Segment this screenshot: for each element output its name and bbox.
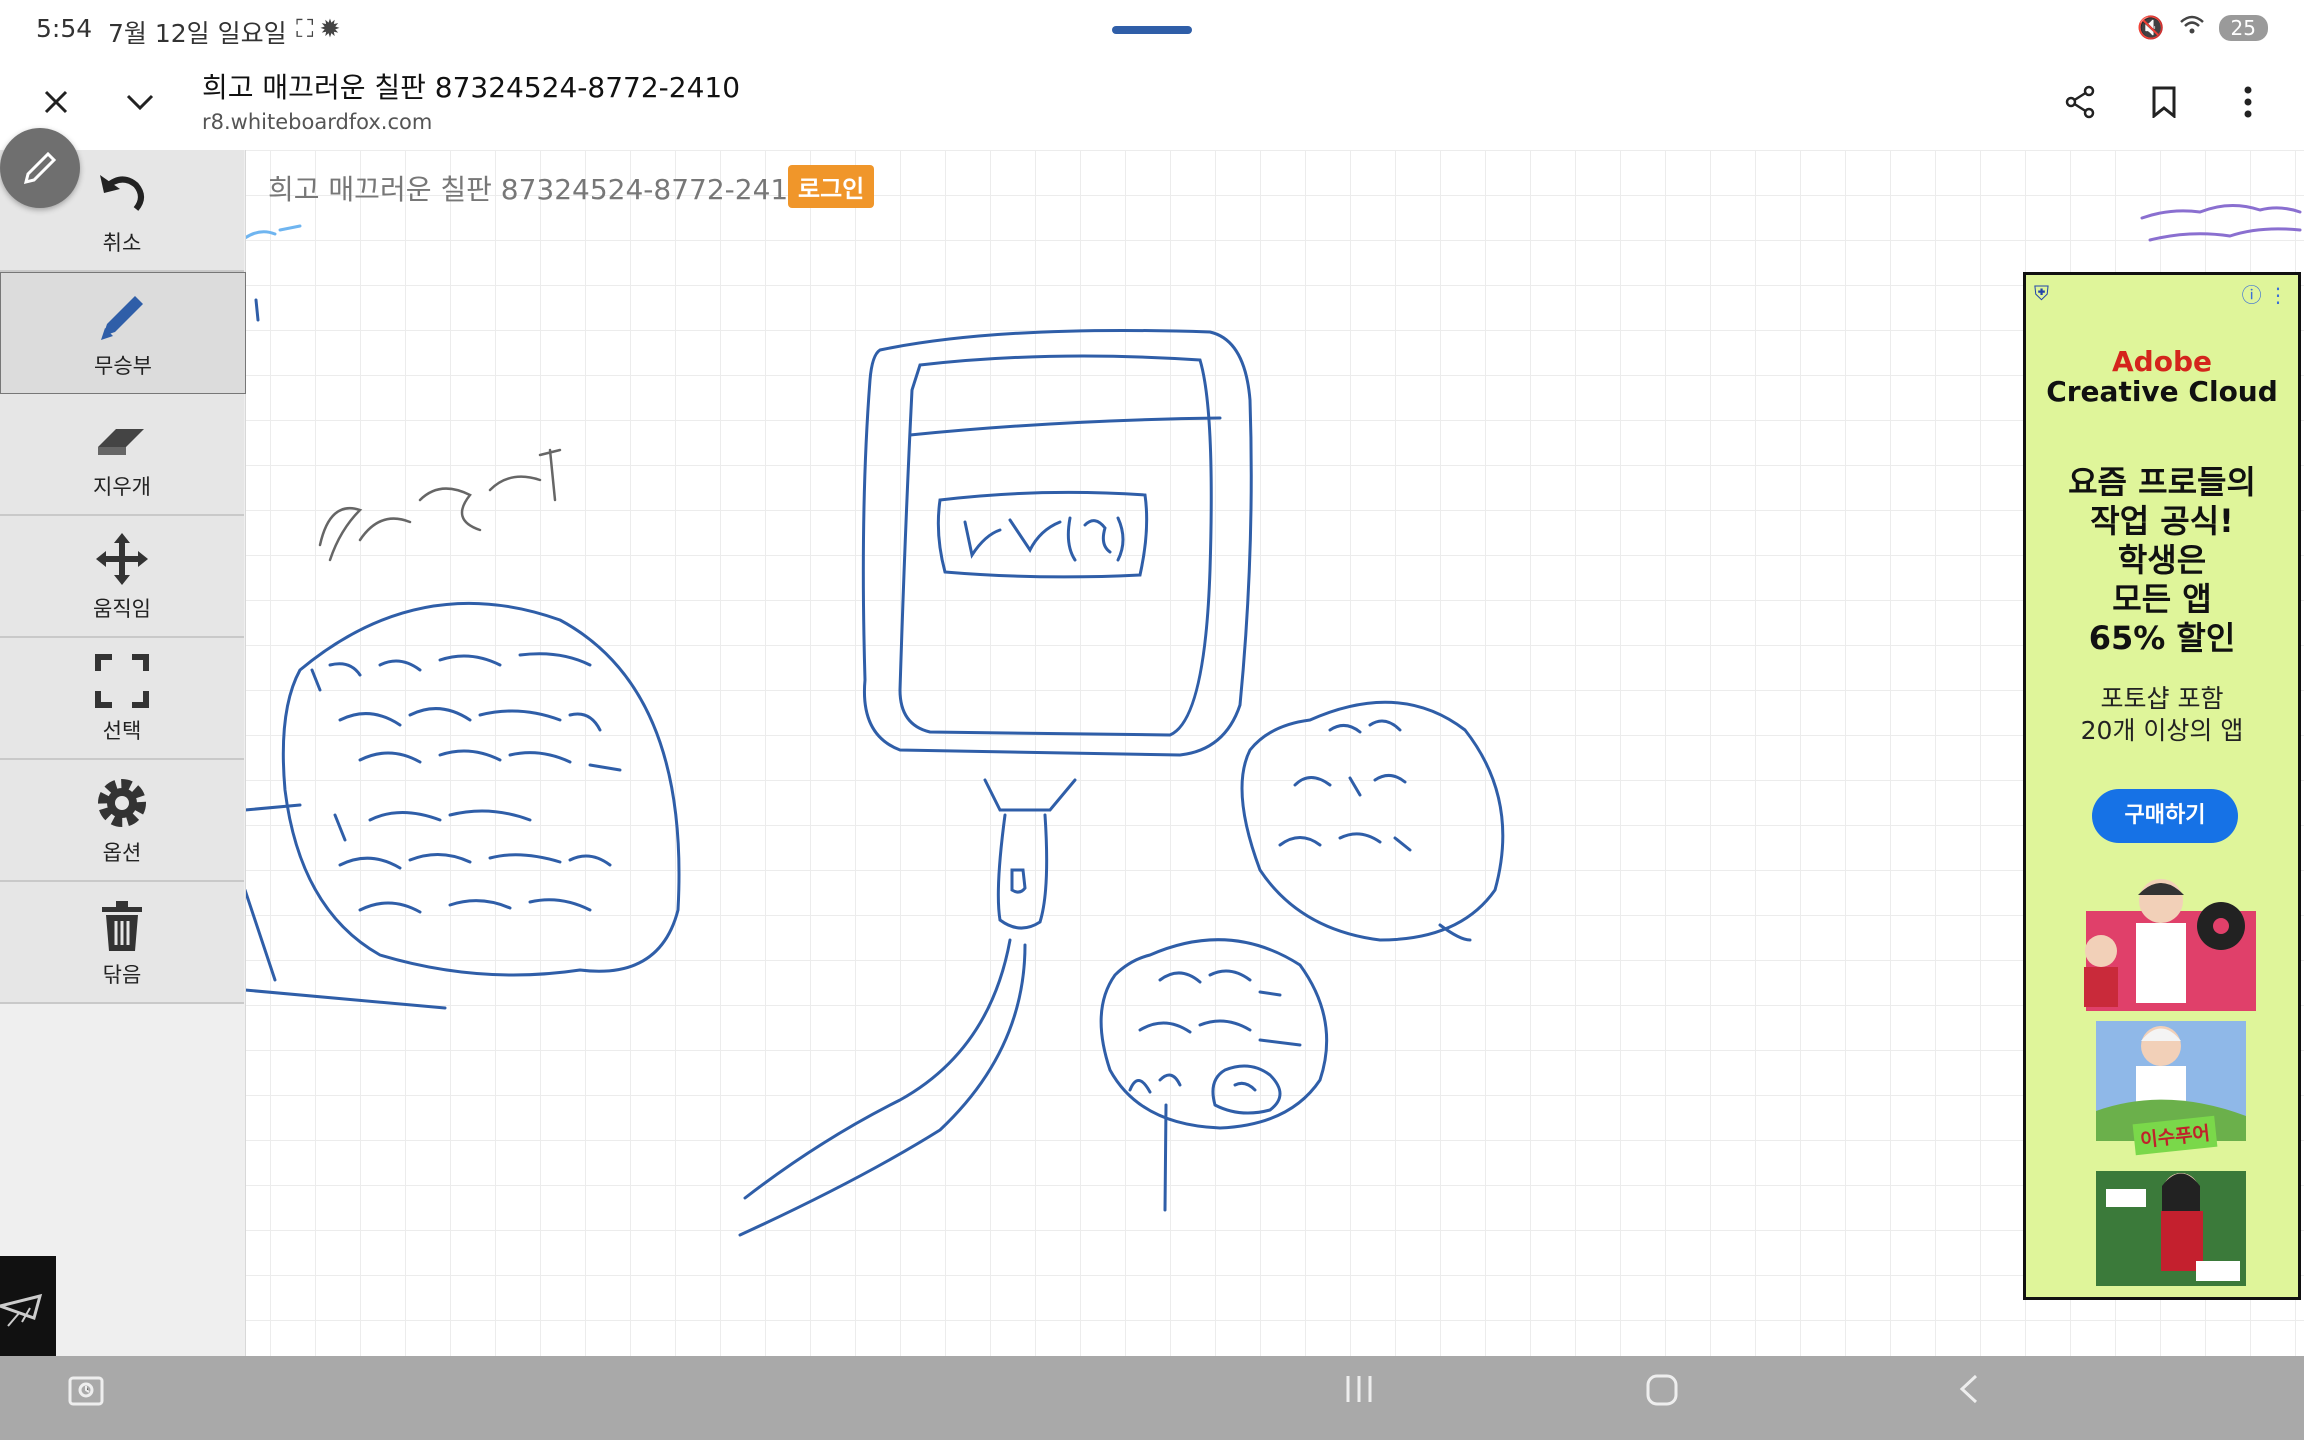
battery-indicator: 25 xyxy=(2218,15,2268,41)
ad-shield-icon: ⛨ xyxy=(2034,281,2049,305)
back-icon[interactable] xyxy=(1954,1372,1984,1415)
bookmark-icon[interactable] xyxy=(2136,74,2192,130)
eraser-label: 지우개 xyxy=(93,475,151,499)
move-tool[interactable]: 움직임 xyxy=(0,516,244,638)
tool-panel: 취소 무승부 지우개 움직임 선택 옵션 닦음 xyxy=(0,150,246,1356)
ad-headline-line: 모든 앱 xyxy=(2112,580,2212,618)
eraser-tool[interactable]: 지우개 xyxy=(0,394,244,516)
notification-icons: ⛶✹ xyxy=(296,14,347,43)
drawing-strokes xyxy=(243,204,2302,1237)
move-label: 움직임 xyxy=(93,597,151,621)
pencil-icon xyxy=(23,151,57,185)
ad-info-icon[interactable]: ⓘ ⋮ xyxy=(2242,279,2288,308)
close-icon[interactable] xyxy=(28,74,84,130)
move-icon xyxy=(96,533,148,585)
status-date: 7월 12일 일요일 xyxy=(108,19,287,48)
ad-subtext-line: 포토샵 포함 xyxy=(2100,684,2224,713)
undo-label: 취소 xyxy=(102,231,142,255)
eraser-icon xyxy=(98,429,144,455)
trash-icon xyxy=(102,901,142,951)
chevron-down-icon[interactable] xyxy=(112,74,168,130)
home-icon[interactable] xyxy=(1644,1372,1680,1417)
clear-tool[interactable]: 닦음 xyxy=(0,882,244,1004)
recent-apps-icon[interactable] xyxy=(1342,1372,1376,1415)
ad-brand-product: Creative Cloud xyxy=(2046,375,2278,408)
drag-handle[interactable] xyxy=(1112,26,1192,34)
options-label: 옵션 xyxy=(102,841,142,865)
whiteboard-canvas[interactable]: 희고 매끄러운 칠판 87324524-8772-241 로그인 xyxy=(0,150,2304,1356)
status-right: 🔇 25 xyxy=(2137,14,2268,42)
select-label: 선택 xyxy=(102,719,142,743)
page-title: 희고 매끄러운 칠판 87324524-8772-2410 xyxy=(202,71,741,104)
wifi-icon xyxy=(2179,14,2205,42)
draw-tool[interactable]: 무승부 xyxy=(0,272,246,394)
ad-illustration xyxy=(2084,879,2256,1286)
system-navigation-bar xyxy=(0,1356,2304,1440)
status-bar: 5:54 7월 12일 일요일 ⛶✹ 🔇 25 xyxy=(0,0,2304,58)
pen-fab-button[interactable] xyxy=(0,128,80,208)
ad-buy-button[interactable]: 구매하기 xyxy=(2092,789,2238,843)
select-tool[interactable]: 선택 xyxy=(0,638,244,760)
more-icon[interactable] xyxy=(2220,74,2276,130)
pencil-icon xyxy=(101,296,143,340)
select-icon xyxy=(95,654,149,708)
ad-headline-line: 요즘 프로들의 xyxy=(2068,463,2256,501)
ad-brand-name: Adobe xyxy=(2112,345,2212,378)
ad-headline-line: 학생은 xyxy=(2117,541,2207,579)
mute-icon: 🔇 xyxy=(2137,15,2165,41)
draw-label: 무승부 xyxy=(94,354,152,378)
gear-icon xyxy=(98,779,146,827)
ad-headline-line: 작업 공식! xyxy=(2090,502,2234,540)
options-tool[interactable]: 옵션 xyxy=(0,760,244,882)
ad-subtext-line: 20개 이상의 앱 xyxy=(2080,716,2244,745)
advertisement[interactable]: ⛨ ⓘ ⋮ Adobe Creative Cloud 요즘 프로들의 작업 공식… xyxy=(2023,272,2301,1300)
undo-icon xyxy=(100,175,144,211)
browser-toolbar: 희고 매끄러운 칠판 87324524-8772-2410 r8.whitebo… xyxy=(0,58,2304,151)
page-url: r8.whiteboardfox.com xyxy=(202,110,433,134)
status-time: 5:54 xyxy=(36,14,93,43)
ad-headline: 요즘 프로들의 작업 공식! 학생은 모든 앱 65% 할인 xyxy=(2026,463,2298,658)
clear-label: 닦음 xyxy=(102,963,142,987)
ad-subtext: 포토샵 포함 20개 이상의 앱 xyxy=(2026,683,2298,747)
ad-headline-line: 65% 할인 xyxy=(2088,619,2236,657)
share-icon[interactable] xyxy=(2052,74,2108,130)
screenshot-icon[interactable] xyxy=(66,1372,106,1421)
